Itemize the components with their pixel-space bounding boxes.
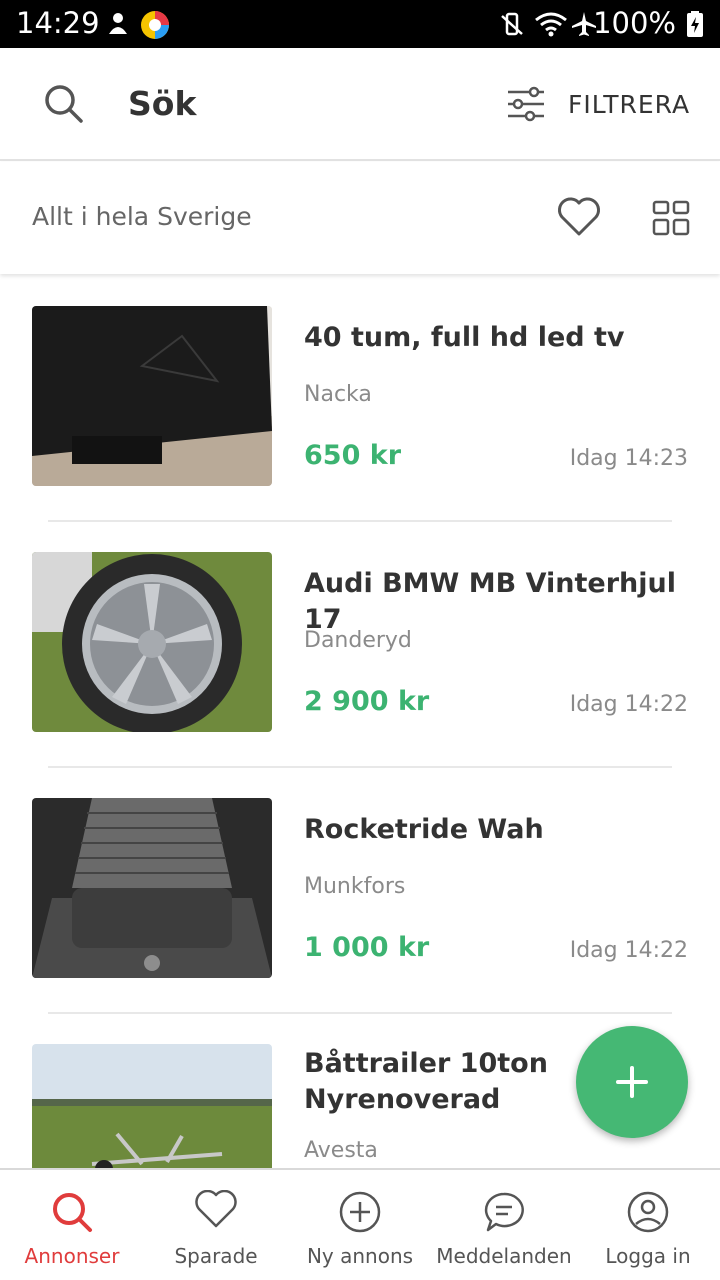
listing-location: Avesta bbox=[304, 1138, 378, 1163]
nav-sparade[interactable]: Sparade bbox=[144, 1170, 288, 1280]
battery-icon bbox=[686, 10, 704, 42]
nav-label: Annonser bbox=[24, 1244, 120, 1268]
nav-label: Ny annons bbox=[306, 1244, 414, 1268]
save-search-heart-icon[interactable] bbox=[556, 196, 602, 242]
nav-logga-in[interactable]: Logga in bbox=[576, 1170, 720, 1280]
notification-icon bbox=[104, 10, 132, 42]
listing-time: Idag 14:22 bbox=[569, 938, 688, 963]
location-selector[interactable]: Allt i hela Sverige bbox=[32, 202, 252, 231]
bottom-navigation: Annonser Sparade Ny annons Meddelanden L… bbox=[0, 1168, 720, 1280]
status-bar: 14:29 100% bbox=[0, 0, 720, 48]
battery-level: 100% bbox=[593, 6, 676, 40]
wheel-image bbox=[32, 552, 272, 732]
filter-label: FILTRERA bbox=[568, 90, 691, 119]
add-circle-icon bbox=[338, 1190, 382, 1238]
filter-button[interactable]: FILTRERA bbox=[500, 72, 705, 138]
new-ad-fab-button[interactable] bbox=[576, 1026, 688, 1138]
listing-title: Rocketride Wah bbox=[304, 814, 544, 845]
listing-location: Nacka bbox=[304, 382, 372, 407]
grid-view-icon[interactable] bbox=[652, 200, 690, 240]
listing-price: 2 900 kr bbox=[304, 686, 430, 717]
wifi-icon bbox=[534, 10, 568, 42]
chat-icon bbox=[482, 1190, 526, 1238]
app-icon bbox=[140, 10, 170, 44]
filter-sliders-icon bbox=[506, 86, 546, 126]
profile-icon bbox=[626, 1190, 670, 1238]
vibrate-icon bbox=[498, 10, 526, 42]
list-item[interactable]: 40 tum, full hd led tv Nacka 650 kr Idag… bbox=[0, 276, 720, 522]
listing-price: 1 000 kr bbox=[304, 932, 430, 963]
listing-location: Danderyd bbox=[304, 628, 412, 653]
listing-time: Idag 14:22 bbox=[569, 692, 688, 717]
location-bar: Allt i hela Sverige bbox=[0, 162, 720, 274]
status-time: 14:29 bbox=[16, 6, 100, 40]
nav-label: Logga in bbox=[605, 1244, 691, 1268]
nav-ny-annons[interactable]: Ny annons bbox=[288, 1170, 432, 1280]
listing-location: Munkfors bbox=[304, 874, 406, 899]
nav-label: Meddelanden bbox=[436, 1244, 572, 1268]
search-icon[interactable] bbox=[42, 82, 84, 128]
heart-icon bbox=[194, 1189, 238, 1234]
trailer-image bbox=[32, 1044, 272, 1168]
search-header: Sök FILTRERA bbox=[0, 48, 720, 161]
list-item[interactable]: Rocketride Wah Munkfors 1 000 kr Idag 14… bbox=[0, 768, 720, 1014]
page-title[interactable]: Sök bbox=[128, 84, 196, 123]
list-item[interactable]: Audi BMW MB Vinterhjul 17 Danderyd 2 900… bbox=[0, 522, 720, 768]
nav-meddelanden[interactable]: Meddelanden bbox=[432, 1170, 576, 1280]
plus-icon bbox=[612, 1062, 652, 1106]
pedal-image bbox=[32, 798, 272, 978]
listing-time: Idag 14:23 bbox=[569, 446, 688, 471]
screen: 14:29 100% Sök FILTRERA Allt i hela Sver… bbox=[0, 0, 720, 1280]
search-icon bbox=[50, 1190, 94, 1238]
tv-image bbox=[32, 306, 272, 486]
listing-title: 40 tum, full hd led tv bbox=[304, 322, 625, 353]
nav-label: Sparade bbox=[174, 1244, 258, 1268]
nav-annonser[interactable]: Annonser bbox=[0, 1170, 144, 1280]
listing-price: 650 kr bbox=[304, 440, 402, 471]
